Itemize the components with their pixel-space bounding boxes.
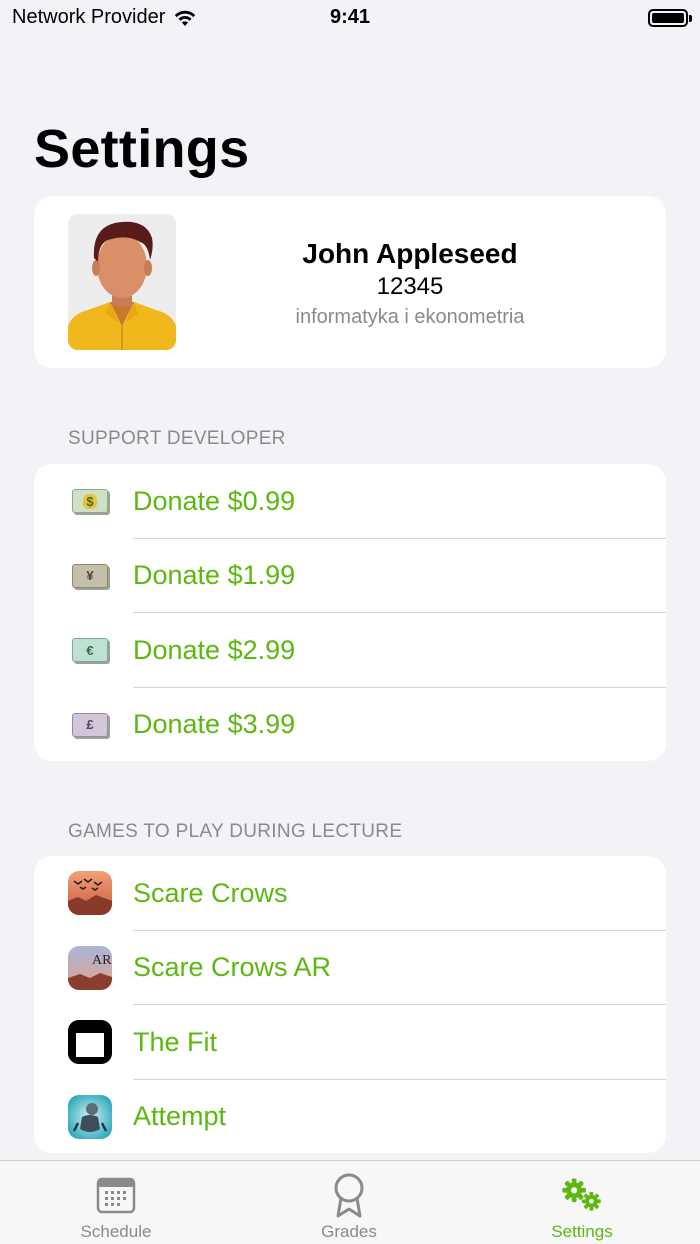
donate-row-3[interactable]: £ Donate $3.99 [34, 688, 666, 762]
donate-row-0[interactable]: $ Donate $0.99 [34, 464, 666, 539]
euro-banknote-icon: € [68, 628, 112, 672]
game-row-3[interactable]: Attempt [34, 1080, 666, 1154]
calendar-icon [94, 1173, 138, 1217]
award-ribbon-icon [327, 1173, 371, 1218]
profile-info: John Appleseed 12345 informatyka i ekono… [224, 236, 596, 332]
donate-label: Donate $2.99 [133, 634, 296, 665]
gears-icon [560, 1173, 604, 1217]
status-bar: Network Provider 9:41 [0, 0, 700, 40]
game-label: Attempt [133, 1101, 227, 1132]
pound-banknote-icon: £ [68, 703, 112, 747]
tab-grades[interactable]: Grades [274, 1161, 424, 1244]
tab-schedule[interactable]: Schedule [41, 1161, 191, 1244]
the-fit-app-icon [68, 1020, 112, 1065]
yen-banknote-icon: ¥ [68, 554, 112, 598]
profile-name: John Appleseed [302, 238, 518, 269]
clock: 9:41 [329, 6, 371, 28]
tab-settings[interactable]: Settings [507, 1161, 657, 1244]
donate-row-1[interactable]: ¥ Donate $1.99 [34, 539, 666, 613]
games-section-header: GAMES TO PLAY DURING LECTURE [68, 821, 403, 842]
support-section-header: SUPPORT DEVELOPER [68, 428, 286, 449]
battery-icon [648, 9, 692, 27]
scare-crows-app-icon [68, 871, 112, 916]
game-label: Scare Crows [133, 877, 288, 908]
donate-label: Donate $3.99 [133, 709, 296, 740]
profile-card[interactable]: John Appleseed 12345 informatyka i ekono… [34, 196, 666, 368]
page-title: Settings [34, 119, 250, 179]
game-row-2[interactable]: The Fit [34, 1005, 666, 1080]
scare-crows-ar-app-icon: AR [68, 945, 112, 990]
game-label: Scare Crows AR [133, 952, 332, 983]
games-card: Scare Crows AR Scare Crows AR The Fit At… [34, 856, 666, 1153]
game-row-1[interactable]: AR Scare Crows AR [34, 931, 666, 1005]
donate-label: Donate $0.99 [133, 485, 296, 516]
tab-bar: Schedule Grades Settings [0, 1160, 700, 1244]
support-card: $ Donate $0.99 ¥ Donate $1.99 € Donate $… [34, 464, 666, 761]
attempt-app-icon [68, 1094, 112, 1139]
tab-label: Grades [321, 1222, 377, 1241]
avatar [68, 214, 176, 350]
game-row-0[interactable]: Scare Crows [34, 856, 666, 931]
dollar-banknote-icon: $ [68, 479, 112, 523]
game-label: The Fit [133, 1026, 218, 1057]
svg-text:AR: AR [92, 953, 112, 968]
profile-major: informatyka i ekonometria [295, 306, 525, 328]
tab-label: Schedule [80, 1222, 152, 1241]
profile-student-id: 12345 [376, 273, 444, 300]
donate-row-2[interactable]: € Donate $2.99 [34, 613, 666, 688]
donate-label: Donate $1.99 [133, 560, 296, 591]
tab-label: Settings [551, 1222, 613, 1241]
